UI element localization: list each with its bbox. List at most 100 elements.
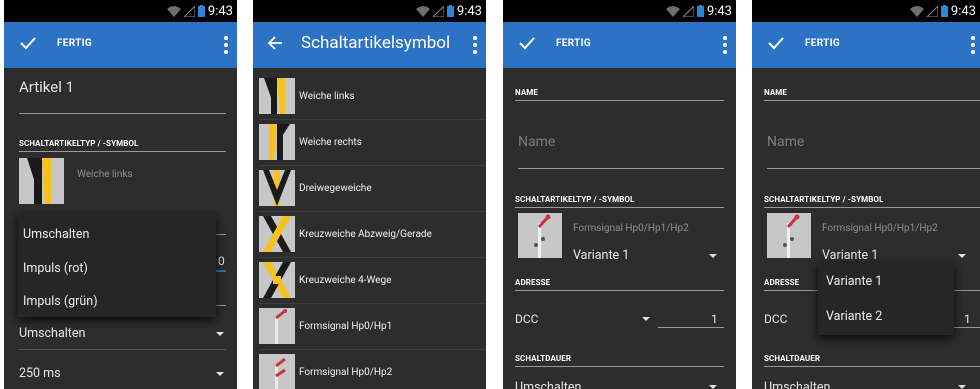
list-item[interactable]: Formsignal Hp0/Hp2 [253,350,486,389]
list-item-label: Formsignal Hp0/Hp1 [299,321,393,332]
address-section-label: ADRESSE [764,278,800,287]
app-bar: Schaltartikelsymbol [253,22,486,68]
duration-select[interactable]: 250 ms [19,366,61,381]
status-time: 9:43 [207,3,233,19]
screen-edit-signal-variant: 9:43 FERTIG NAME Name SCHALTARTIKELTYP /… [752,0,980,389]
list-item[interactable]: Kreuzweiche 4-Wege [253,258,486,304]
popup-option-impuls-rot[interactable]: Impuls (rot) [23,261,221,276]
dropdown-caret-icon [709,385,717,389]
screen-edit-article: 9:43 FERTIG Artikel 1 SCHALTARTIKELTYP /… [4,0,237,389]
popup-option-umschalten[interactable]: Umschalten [23,227,221,242]
check-icon[interactable] [519,35,535,51]
list-item-label: Kreuzweiche 4-Wege [299,275,392,286]
status-bar: 9:43 [253,0,486,22]
screen-symbol-list: 9:43 Schaltartikelsymbol Weiche links We… [253,0,486,389]
semaphore-signal-icon [259,308,295,344]
check-icon[interactable] [20,35,36,51]
wifi-icon [665,5,680,17]
symbol-section-label: SCHALTARTIKELTYP / -SYMBOL [19,139,139,148]
overflow-menu-icon[interactable] [472,36,478,54]
battery-icon [696,5,704,17]
list-item-label: Dreiwegeweiche [299,183,372,194]
name-underline [518,168,724,169]
mode-select[interactable]: Umschalten [19,326,85,341]
battery-icon [940,5,948,17]
app-bar: FERTIG [752,22,980,68]
list-item[interactable]: Dreiwegeweiche [253,166,486,212]
back-arrow-icon[interactable] [267,35,283,51]
section-divider [515,366,724,367]
popup-option-impuls-gruen[interactable]: Impuls (grün) [23,294,221,309]
check-icon[interactable] [768,35,784,51]
dropdown-caret-icon [642,317,650,321]
app-bar: FERTIG [4,22,237,68]
dropdown-caret-icon [216,332,224,336]
battery-icon [446,5,454,17]
list-item[interactable]: Kreuzweiche Abzweig/Gerade [253,212,486,258]
address-input[interactable]: 1 [964,312,971,326]
name-section-label: NAME [515,88,538,97]
status-time: 9:43 [950,3,976,19]
mode-select[interactable]: Umschalten [764,380,830,389]
switch-left-icon [27,158,51,204]
symbol-thumbnail[interactable] [767,213,811,258]
name-underline [767,168,980,169]
three-way-switch-icon [259,170,295,206]
list-item[interactable]: Weiche rechts [253,120,486,166]
symbol-section-label: SCHALTARTIKELTYP / -SYMBOL [515,195,635,204]
status-time: 9:43 [706,3,732,19]
app-bar: FERTIG [503,22,736,68]
name-input[interactable]: Name [767,134,804,150]
done-button[interactable]: FERTIG [57,38,92,49]
overflow-menu-icon[interactable] [722,36,728,54]
signal-icon [183,5,195,17]
section-divider [515,100,724,101]
overflow-menu-icon[interactable] [223,36,229,54]
name-input[interactable]: Name [518,134,555,150]
address-underline [658,327,724,328]
article-name-field[interactable]: Artikel 1 [19,78,74,96]
section-divider [764,100,980,101]
symbol-section-label: SCHALTARTIKELTYP / -SYMBOL [764,195,884,204]
status-time: 9:43 [456,3,482,19]
popup-option-variante-1[interactable]: Variante 1 [826,274,962,289]
variant-select[interactable]: Variante 1 [822,248,878,263]
mode-select[interactable]: Umschalten [515,380,581,389]
symbol-thumbnail[interactable] [518,213,562,258]
switch-left-icon [259,78,295,114]
section-divider [515,207,724,208]
symbol-name: Formsignal Hp0/Hp1/Hp2 [573,223,689,234]
status-bar: 9:43 [4,0,237,22]
section-divider [19,151,226,152]
done-button[interactable]: FERTIG [556,38,591,49]
address-input[interactable]: 1 [711,312,718,326]
section-divider [515,290,724,291]
name-section-label: NAME [764,88,787,97]
overflow-menu-icon[interactable] [970,36,976,54]
protocol-select[interactable]: DCC [515,312,539,326]
list-item-label: Kreuzweiche Abzweig/Gerade [299,229,432,240]
page-title: Schaltartikelsymbol [301,33,451,53]
signal-icon [432,5,444,17]
done-button[interactable]: FERTIG [805,38,840,49]
symbol-thumbnail[interactable] [19,158,64,204]
status-bar: 9:43 [752,0,980,22]
list-item[interactable]: Weiche links [253,74,486,120]
wifi-icon [166,5,181,17]
switch-right-icon [259,124,295,160]
section-divider [764,207,980,208]
section-divider [764,366,980,367]
protocol-select[interactable]: DCC [764,312,788,326]
dropdown-caret-icon [216,372,224,376]
list-item[interactable]: Formsignal Hp0/Hp1 [253,304,486,350]
semaphore-signal-icon [259,354,295,389]
four-way-crossing-icon [259,262,295,298]
popup-option-variante-2[interactable]: Variante 2 [826,309,962,324]
semaphore-signal-icon [783,214,800,258]
variant-select[interactable]: Variante 1 [573,248,629,263]
list-item-label: Weiche links [299,91,355,102]
wifi-icon [909,5,924,17]
article-name-underline [19,113,226,114]
variant-dropdown-popup: Variante 1 Variante 2 [818,263,954,335]
screen-edit-signal: 9:43 FERTIG NAME Name SCHALTARTIKELTYP /… [503,0,736,389]
